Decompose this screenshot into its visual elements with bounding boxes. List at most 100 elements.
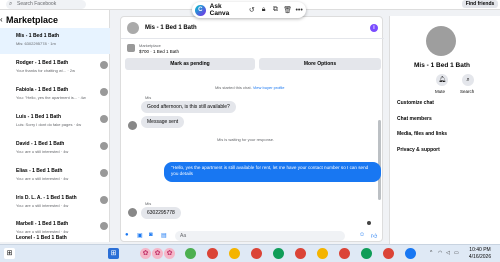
system-message: Mis started this chat. View buyer profil…	[215, 85, 285, 90]
tulip-icon: ✿	[164, 248, 175, 259]
search-icon[interactable]: ⌕	[462, 74, 474, 86]
like-icon[interactable]: 👍︎	[371, 232, 377, 240]
chrome-icon[interactable]	[383, 248, 394, 259]
conversation-name: Elias - 1 Bed 1 Bath	[16, 168, 63, 174]
incoming-message: Good afternoon, is this still available?	[141, 101, 236, 113]
avatar[interactable]	[127, 22, 139, 34]
search-input[interactable]: ⌕ Search Facebook	[6, 0, 86, 9]
conversation-preview: You: are u still interested · 4w	[16, 176, 69, 181]
view-profile-link[interactable]: View buyer profile	[253, 85, 285, 90]
canva-logo-icon[interactable]: C	[195, 4, 206, 16]
conversation-name: Leonel - 1 Bed 1 Bath	[16, 235, 67, 241]
conversation-details-panel: Mis - 1 Bed 1 Bath 🔔︎ ⌕ Mute Search Cust…	[389, 16, 500, 244]
sender-label: Mis	[145, 95, 152, 100]
privacy-support-item[interactable]: Privacy & support	[397, 147, 440, 153]
chrome-icon[interactable]	[317, 248, 328, 259]
sender-label: Mis	[145, 201, 152, 206]
chat-header: Mis - 1 Bed 1 Bath i	[121, 17, 384, 39]
screenshot-icon[interactable]: ⧉	[271, 6, 279, 14]
conversation-item[interactable]: Mis - 1 Bed 1 Bath Mis: 6302295778 · 1m	[0, 28, 110, 54]
sticker-icon[interactable]: ◙	[149, 232, 153, 238]
avatar	[100, 115, 108, 123]
chrome-icon[interactable]	[207, 248, 218, 259]
more-icon[interactable]: •••	[295, 7, 303, 14]
trash-icon[interactable]: 🗑︎	[283, 6, 292, 14]
mute-label: Mute	[435, 89, 446, 94]
conversation-name: Iris D. L. A. - 1 Bed 1 Bath	[16, 195, 77, 201]
lock-icon[interactable]: 🔒︎	[260, 6, 268, 14]
avatar	[100, 196, 108, 204]
avatar	[100, 88, 108, 96]
listing-price: $700 · 1 Bed 1 Bath	[139, 49, 180, 54]
taskbar: ⊞ ⊞ ✿ ✿ ✿ ^ ◠ ◁ ▭ 10:40 PM 4/16/2026	[0, 244, 500, 262]
conversation-item[interactable]: Leonel - 1 Bed 1 Bath	[0, 234, 110, 242]
chrome-icon[interactable]	[405, 248, 416, 259]
search-icon: ⌕	[9, 1, 13, 7]
clock[interactable]: 10:40 PM 4/16/2026	[462, 247, 498, 261]
chrome-icon[interactable]	[339, 248, 350, 259]
gif-icon[interactable]: ▤	[161, 232, 167, 239]
avatar	[128, 208, 137, 217]
chrome-icon[interactable]	[185, 248, 196, 259]
link-icon[interactable]: ↺	[248, 6, 256, 14]
clock-date: 4/16/2026	[468, 254, 492, 260]
conversation-item[interactable]: Iris D. L. A. - 1 Bed 1 Bath You: are u …	[0, 190, 110, 216]
info-icon[interactable]: i	[370, 24, 378, 32]
conversation-name: Fabiola - 1 Bed 1 Bath	[16, 87, 69, 93]
avatar	[100, 61, 108, 69]
more-options-button[interactable]: More Options	[259, 58, 381, 70]
windows-icon[interactable]: ⊞	[4, 248, 15, 259]
search-placeholder: Search Facebook	[17, 1, 57, 7]
conversation-item[interactable]: David - 1 Bed 1 Bath You: are u still in…	[0, 136, 110, 162]
listing-label: Marketplace	[139, 43, 161, 48]
mark-pending-button[interactable]: Mark as pending	[125, 58, 255, 70]
conversation-name: Mis - 1 Bed 1 Bath	[16, 33, 60, 39]
conversation-name: Rodger - 1 Bed 1 Bath	[16, 60, 69, 66]
chat-panel: Mis - 1 Bed 1 Bath i Marketplace $700 · …	[120, 16, 384, 242]
start-icon[interactable]: ⊞	[108, 248, 119, 259]
battery-icon[interactable]: ▭	[454, 250, 459, 256]
avatar	[426, 26, 456, 56]
customize-chat-item[interactable]: Customize chat	[397, 100, 434, 106]
find-friends-button[interactable]: Find friends	[462, 0, 498, 8]
avatar	[100, 222, 108, 230]
chrome-icon[interactable]	[273, 248, 284, 259]
conversation-name: David - 1 Bed 1 Bath	[16, 141, 65, 147]
media-files-item[interactable]: Media, files and links	[397, 131, 447, 137]
conversation-preview: You: are u still interested · 4w	[16, 229, 69, 234]
conversation-preview: You: "Hello, yes the apartment is... · 4…	[16, 95, 86, 100]
incoming-message: 6302295778	[141, 207, 181, 219]
system-started-text: Mis started this chat.	[215, 85, 252, 90]
conversation-item[interactable]: Rodger - 1 Bed 1 Bath Your thanks for ch…	[0, 55, 110, 81]
chrome-icon[interactable]	[361, 248, 372, 259]
tulip-icon: ✿	[140, 248, 151, 259]
message-composer: ● ▣ ◙ ▤ Aa ☺ 👍︎	[120, 230, 383, 243]
microphone-icon[interactable]: ●	[125, 232, 129, 238]
search-label: Search	[460, 89, 475, 94]
chrome-icon[interactable]	[251, 248, 262, 259]
ask-canva-button[interactable]: Ask Canva	[210, 3, 242, 17]
chrome-icon[interactable]	[229, 248, 240, 259]
conversation-item[interactable]: Elias - 1 Bed 1 Bath You: are u still in…	[0, 163, 110, 189]
image-icon[interactable]: ▣	[137, 232, 143, 239]
chat-scrollbar[interactable]	[378, 120, 381, 200]
chat-members-item[interactable]: Chat members	[397, 116, 432, 122]
chevron-up-icon[interactable]: ^	[430, 250, 432, 256]
sidebar-title: Marketplace	[6, 15, 59, 25]
chrome-icon[interactable]	[295, 248, 306, 259]
avatar	[128, 121, 137, 130]
outgoing-message: "Hello, yes the apartment is still avail…	[164, 162, 381, 182]
conversation-item[interactable]: Luis - 1 Bed 1 Bath Luis: Sorry I dont d…	[0, 109, 110, 135]
emoji-icon[interactable]: ☺	[359, 232, 365, 238]
conversation-item[interactable]: Fabiola - 1 Bed 1 Bath You: "Hello, yes …	[0, 82, 110, 108]
wifi-icon[interactable]: ◠	[438, 250, 442, 256]
contact-name: Mis - 1 Bed 1 Bath	[414, 62, 470, 69]
message-input[interactable]: Aa	[175, 231, 345, 241]
volume-icon[interactable]: ◁	[446, 250, 450, 256]
chat-title[interactable]: Mis - 1 Bed 1 Bath	[145, 25, 197, 31]
avatar	[100, 142, 108, 150]
conversation-preview: You: are u still interested · 4w	[16, 203, 69, 208]
bell-icon[interactable]: 🔔︎	[436, 74, 448, 86]
conversation-preview: Luis: Sorry I dont do fake pages · 4w	[16, 122, 82, 127]
conversation-name: Luis - 1 Bed 1 Bath	[16, 114, 62, 120]
